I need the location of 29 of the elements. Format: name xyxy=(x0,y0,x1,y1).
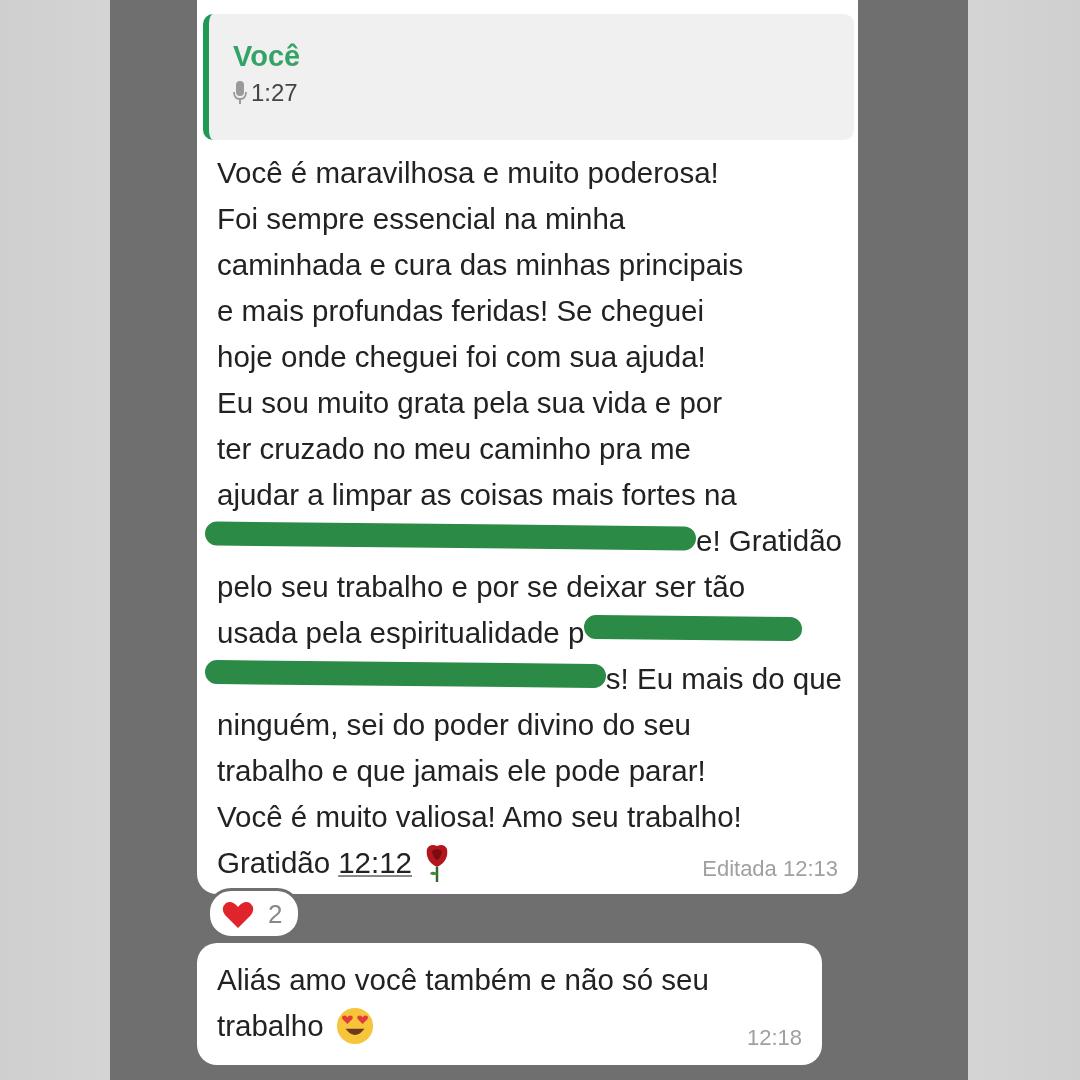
message-text: pelo seu trabalho e por se deixar ser tão xyxy=(217,569,746,605)
message-text: Gratidão xyxy=(217,845,331,881)
message-text: Eu sou muito grata pela sua vida e por xyxy=(217,385,723,421)
message-text: e mais profundas feridas! Se cheguei xyxy=(217,293,705,329)
voice-duration: 1:27 xyxy=(251,79,298,107)
message-text: caminhada e cura das minhas principais xyxy=(217,247,744,283)
quoted-author: Você xyxy=(233,40,301,73)
message-text: Você é muito valiosa! Amo seu trabalho! xyxy=(217,799,742,835)
rose-icon xyxy=(424,843,450,883)
quoted-message[interactable]: Você 1:27 xyxy=(203,14,854,140)
message-text: hoje onde cheguei foi com sua ajuda! xyxy=(217,339,706,375)
message-text: e! Gratidão xyxy=(696,523,842,559)
reaction-count: 2 xyxy=(268,899,283,930)
time-text: 12:12 xyxy=(338,845,412,881)
message-text: s! Eu mais do que xyxy=(605,661,842,697)
microphone-icon xyxy=(233,81,247,105)
edited-timestamp: Editada 12:13 xyxy=(702,856,838,882)
heart-icon xyxy=(222,900,254,929)
message-text: trabalho xyxy=(217,1008,324,1044)
heart-eyes-face-icon xyxy=(335,1007,374,1045)
message-text: Você é maravilhosa e muito poderosa! xyxy=(217,155,719,191)
message-text: usada pela espiritualidade p xyxy=(217,615,585,651)
message-time: 12:18 xyxy=(746,1025,802,1051)
message-text: ninguém, sei do poder divino do seu xyxy=(217,707,691,743)
message-text: trabalho e que jamais ele pode parar! xyxy=(217,753,706,789)
message-text: Foi sempre essencial na minha xyxy=(217,201,626,237)
message-text: ter cruzado no meu caminho pra me xyxy=(217,431,691,467)
message-text: ajudar a limpar as coisas mais fortes na xyxy=(217,477,737,513)
message-text: Aliás amo você também e não só seu xyxy=(217,962,709,998)
